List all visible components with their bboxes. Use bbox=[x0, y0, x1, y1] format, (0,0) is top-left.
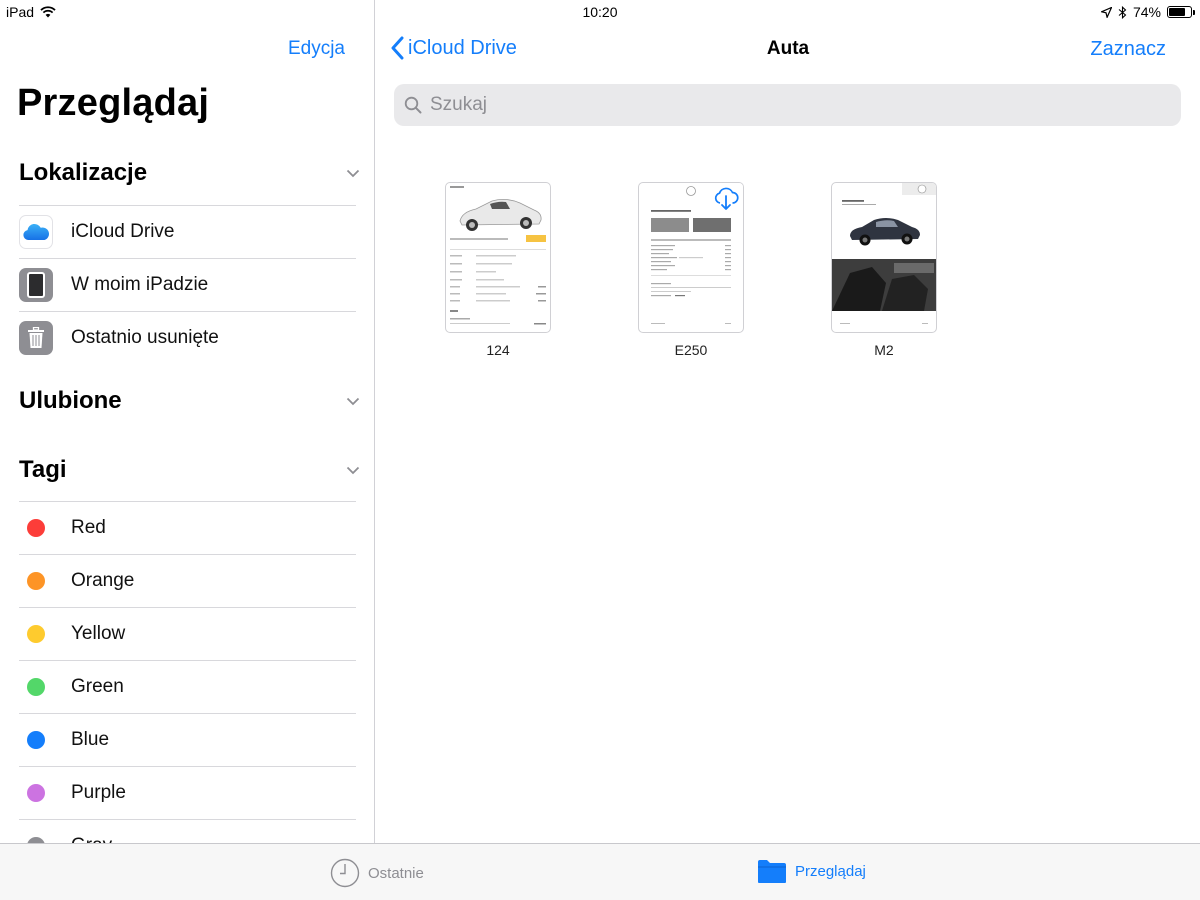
sidebar-item-label: W moim iPadzie bbox=[71, 274, 209, 295]
tag-label: Blue bbox=[71, 729, 110, 750]
tag-color-dot bbox=[27, 678, 45, 696]
edit-button[interactable]: Edycja bbox=[288, 38, 345, 60]
trash-icon bbox=[19, 321, 53, 355]
file-item[interactable]: E250 bbox=[638, 182, 744, 358]
tab-bar: Ostatnie Przeglądaj bbox=[0, 843, 1200, 900]
sidebar-item-label: iCloud Drive bbox=[71, 221, 175, 242]
sidebar: Edycja Przeglądaj Lokalizacje iCloud Dri… bbox=[0, 0, 375, 843]
battery-level bbox=[1169, 8, 1185, 16]
tag-label: Green bbox=[71, 676, 124, 697]
sidebar-item-icloud-drive[interactable]: iCloud Drive bbox=[19, 205, 356, 258]
tag-color-dot bbox=[27, 519, 45, 537]
sidebar-item-recently-deleted[interactable]: Ostatnio usunięte bbox=[19, 311, 356, 364]
tag-color-dot bbox=[27, 572, 45, 590]
search-input[interactable] bbox=[428, 93, 1128, 117]
file-thumbnail[interactable] bbox=[445, 182, 551, 333]
tag-item-red[interactable]: Red bbox=[19, 501, 356, 554]
chevron-down-icon[interactable] bbox=[346, 166, 360, 180]
car-thumbnail-image bbox=[450, 186, 546, 325]
cloud-download-icon[interactable] bbox=[713, 186, 739, 212]
location-icon bbox=[1100, 6, 1112, 18]
sidebar-title: Przeglądaj bbox=[17, 82, 210, 124]
file-thumbnail[interactable] bbox=[638, 182, 744, 333]
file-thumbnail[interactable] bbox=[831, 182, 937, 333]
bluetooth-icon bbox=[1118, 5, 1127, 19]
file-name: E250 bbox=[674, 342, 708, 358]
tag-item-green[interactable]: Green bbox=[19, 660, 356, 713]
folder-icon bbox=[758, 860, 786, 883]
tag-color-dot bbox=[27, 625, 45, 643]
tab-browse[interactable]: Przeglądaj bbox=[757, 858, 866, 884]
select-button[interactable]: Zaznacz bbox=[1090, 38, 1166, 61]
tag-label: Yellow bbox=[71, 623, 126, 644]
sidebar-item-label: Ostatnio usunięte bbox=[71, 327, 219, 348]
tag-label: Red bbox=[71, 517, 106, 538]
file-name: M2 bbox=[874, 342, 894, 358]
section-tags[interactable]: Tagi bbox=[19, 456, 67, 484]
search-icon bbox=[404, 96, 422, 114]
file-item[interactable]: M2 bbox=[831, 182, 937, 358]
tab-recents[interactable]: Ostatnie bbox=[330, 858, 424, 888]
section-favorites[interactable]: Ulubione bbox=[19, 387, 122, 415]
car-thumbnail-image bbox=[832, 183, 936, 324]
tag-item-gray[interactable]: Gray bbox=[19, 819, 356, 843]
tag-item-yellow[interactable]: Yellow bbox=[19, 607, 356, 660]
battery-icon bbox=[1167, 6, 1195, 18]
file-item[interactable]: 124 bbox=[445, 182, 551, 358]
section-locations[interactable]: Lokalizacje bbox=[19, 159, 147, 187]
clock-icon bbox=[330, 858, 360, 888]
tag-item-orange[interactable]: Orange bbox=[19, 554, 356, 607]
tag-label: Gray bbox=[71, 835, 112, 843]
ipad-icon bbox=[19, 268, 53, 302]
file-name: 124 bbox=[486, 342, 510, 358]
tag-color-dot bbox=[27, 731, 45, 749]
tag-item-purple[interactable]: Purple bbox=[19, 766, 356, 819]
tag-label: Purple bbox=[71, 782, 126, 803]
tag-label: Orange bbox=[71, 570, 135, 591]
chevron-down-icon[interactable] bbox=[346, 463, 360, 477]
tag-item-blue[interactable]: Blue bbox=[19, 713, 356, 766]
search-bar[interactable] bbox=[394, 84, 1181, 126]
icloud-icon bbox=[19, 215, 53, 249]
tab-label: Ostatnie bbox=[368, 864, 424, 882]
battery-percent: 74% bbox=[1132, 4, 1161, 20]
chevron-down-icon[interactable] bbox=[346, 394, 360, 408]
tag-color-dot bbox=[27, 784, 45, 802]
tab-label: Przeglądaj bbox=[795, 862, 866, 880]
sidebar-item-on-my-ipad[interactable]: W moim iPadzie bbox=[19, 258, 356, 311]
page-title: Auta bbox=[766, 38, 810, 59]
